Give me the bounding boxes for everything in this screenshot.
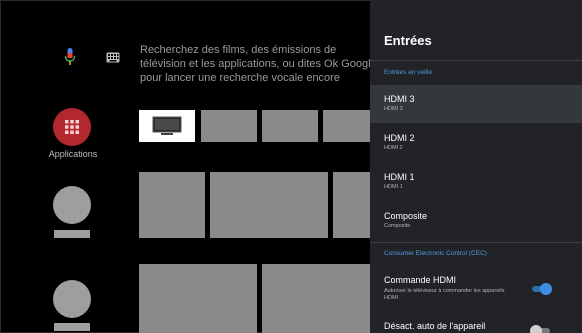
divider: [370, 60, 582, 61]
channel-card[interactable]: [262, 264, 370, 333]
app-tile-tv-input[interactable]: [139, 110, 195, 142]
item-title: Composite: [384, 211, 428, 221]
item-subtitle: HDMI 3: [384, 106, 403, 112]
apps-grid-icon: [65, 120, 79, 134]
cec-item-auto-off[interactable]: Désact. auto de l'appareil: [370, 312, 582, 333]
toggle-thumb: [530, 325, 542, 333]
voice-search-mic-icon[interactable]: [63, 47, 77, 67]
channel-avatar[interactable]: [53, 186, 91, 224]
keyboard-icon[interactable]: [106, 52, 120, 63]
panel-title: Entrées: [384, 33, 432, 48]
channel-label-placeholder: [54, 323, 90, 331]
standby-inputs-header: Entrées en veille: [384, 69, 433, 76]
toggle-thumb: [540, 283, 552, 295]
cec-header: Consumer Electronic Control (CEC): [384, 250, 487, 257]
item-title: Désact. auto de l'appareil: [384, 321, 486, 331]
search-prompt[interactable]: Recherchez des films, des émissions de t…: [140, 43, 380, 85]
channel-card[interactable]: [210, 172, 328, 238]
item-title: HDMI 3: [384, 94, 415, 104]
item-subtitle: HDMI 2: [384, 145, 403, 151]
channel-avatar[interactable]: [53, 280, 91, 318]
channel-card[interactable]: [333, 172, 370, 238]
item-title: HDMI 2: [384, 133, 415, 143]
tv-icon: [152, 116, 182, 135]
item-title: HDMI 1: [384, 172, 415, 182]
app-tile[interactable]: [201, 110, 257, 142]
divider: [370, 242, 582, 243]
input-item-composite[interactable]: Composite Composite: [370, 202, 582, 240]
input-item-hdmi2[interactable]: HDMI 2 HDMI 2: [370, 124, 582, 162]
item-subtitle: Composite: [384, 223, 411, 229]
channel-card[interactable]: [139, 264, 257, 333]
item-subtitle: Autoriser le téléviseur à commander les …: [384, 288, 505, 301]
input-item-hdmi3[interactable]: HDMI 3 HDMI 3: [370, 85, 582, 123]
channel-label-placeholder: [54, 230, 90, 238]
app-tile[interactable]: [262, 110, 318, 142]
applications-label: Applications: [48, 149, 98, 159]
channel-card[interactable]: [139, 172, 205, 238]
applications-button[interactable]: [53, 108, 91, 146]
auto-off-toggle[interactable]: [530, 325, 552, 333]
item-subtitle: HDMI 1: [384, 184, 403, 190]
cec-item-hdmi-control[interactable]: Commande HDMI Autoriser le téléviseur à …: [370, 266, 582, 312]
hdmi-control-toggle[interactable]: [530, 283, 552, 295]
input-item-hdmi1[interactable]: HDMI 1 HDMI 1: [370, 163, 582, 201]
item-title: Commande HDMI: [384, 275, 457, 285]
app-tile[interactable]: [323, 110, 370, 142]
inputs-panel: Entrées Entrées en veille HDMI 3 HDMI 3 …: [370, 0, 582, 333]
